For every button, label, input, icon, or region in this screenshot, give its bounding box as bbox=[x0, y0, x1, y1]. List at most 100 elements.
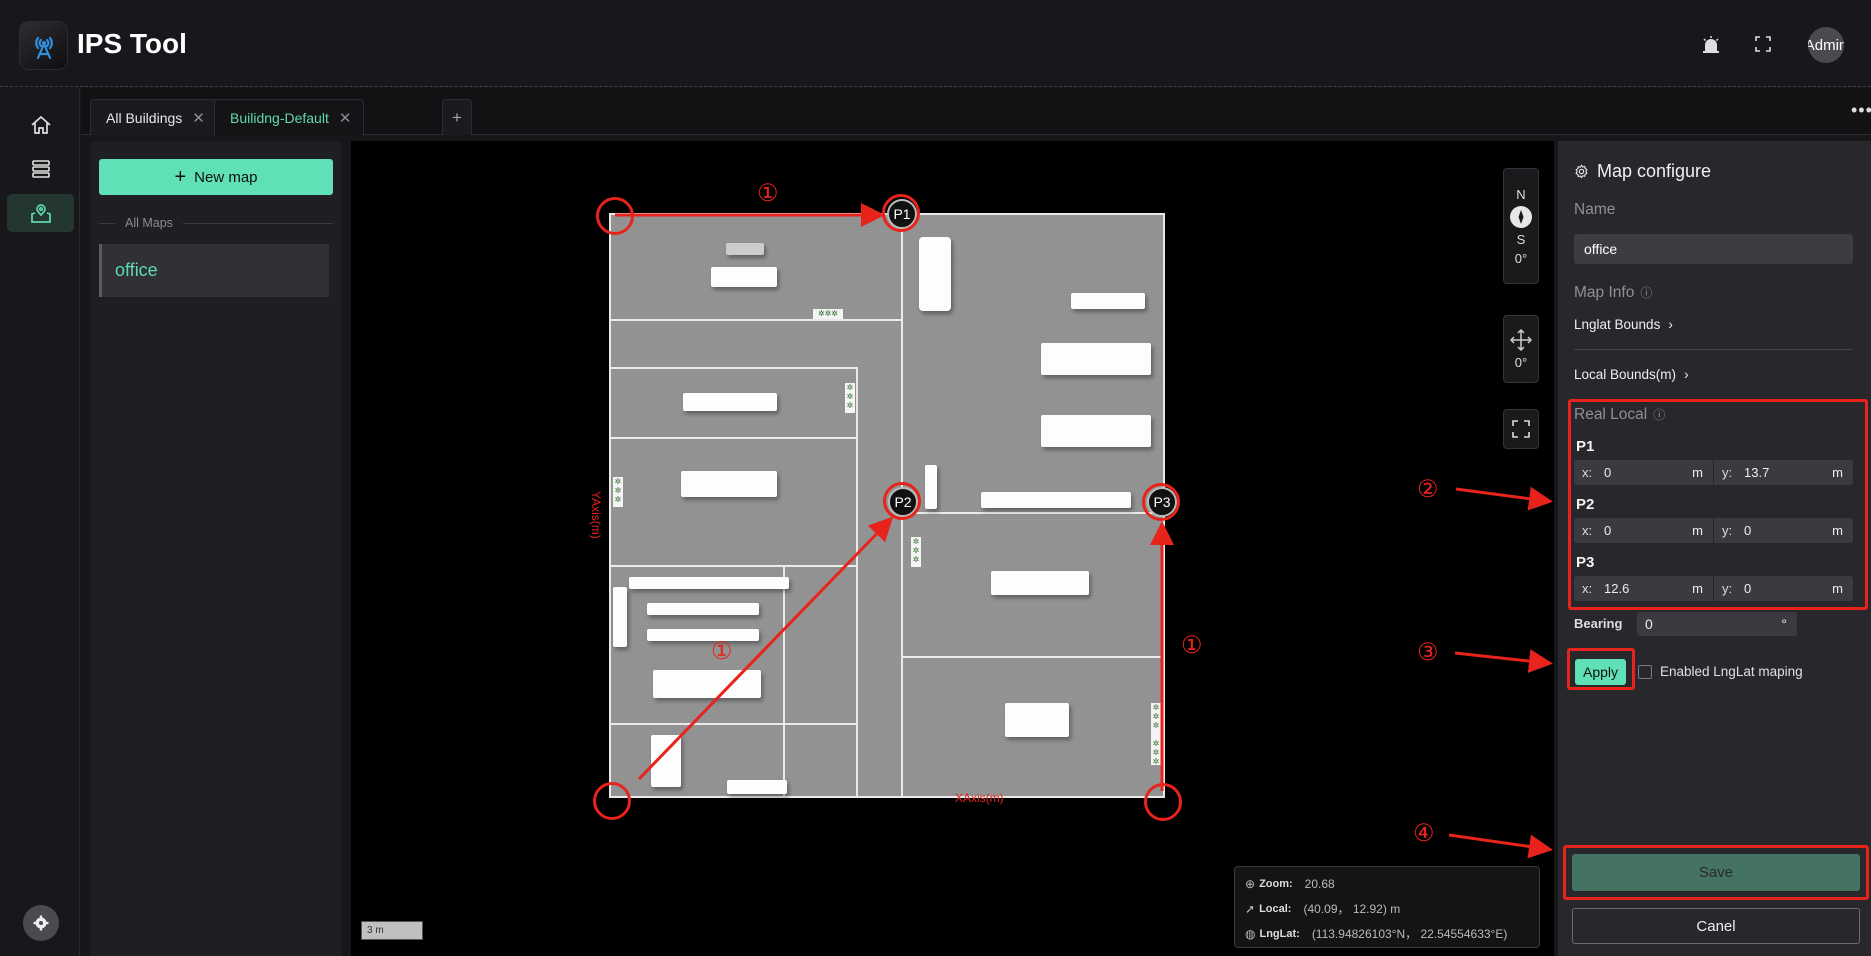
server-list-icon bbox=[31, 160, 50, 178]
tab-all-buildings[interactable]: All Buildings ✕ bbox=[90, 99, 218, 135]
alarm-icon[interactable] bbox=[1700, 33, 1722, 55]
annotation-circle bbox=[593, 782, 631, 820]
tab-bar: All Buildings ✕ Builidng-Default ✕ + ••• bbox=[81, 88, 1871, 136]
plant-icon: ✲✲✲ bbox=[813, 309, 843, 319]
app-window: IPS Tool Admin All Buildings ✕ Builidng- bbox=[0, 0, 1871, 956]
table bbox=[681, 471, 777, 497]
tab-label: Builidng-Default bbox=[230, 110, 329, 126]
compass-bearing: 0° bbox=[1514, 250, 1528, 266]
local-value: (40.09， 12.92) m bbox=[1303, 902, 1401, 916]
map-pin-icon bbox=[30, 204, 51, 223]
nav-home[interactable] bbox=[7, 106, 74, 144]
table bbox=[991, 571, 1089, 595]
cursor-icon: ➚ bbox=[1245, 901, 1256, 916]
scale-bar: 3 m bbox=[361, 921, 423, 940]
annotation-box-4 bbox=[1563, 845, 1869, 900]
table bbox=[651, 735, 681, 787]
map-info-box: ⊕ Zoom: 20.68 ➚ Local: (40.09， 12.92) m … bbox=[1234, 866, 1540, 948]
chevron-right-icon: › bbox=[1684, 367, 1689, 382]
zoom-label: Zoom: bbox=[1259, 877, 1293, 890]
gear-icon bbox=[33, 915, 49, 931]
new-map-button[interactable]: + New map bbox=[99, 159, 333, 195]
bearing-input[interactable]: 0 ° bbox=[1637, 612, 1797, 636]
annotation-step-1: ① bbox=[711, 638, 733, 665]
desk-row bbox=[647, 603, 759, 615]
chevron-right-icon: › bbox=[1668, 317, 1673, 332]
local-bounds-label: Local Bounds(m) bbox=[1574, 367, 1677, 382]
annotation-step-2: ② bbox=[1417, 476, 1439, 503]
close-icon[interactable]: ✕ bbox=[339, 109, 352, 127]
new-map-label: New map bbox=[194, 168, 258, 186]
antenna-logo-icon bbox=[19, 21, 68, 70]
lnglat-value: (113.94826103°N， 22.54554633°E) bbox=[1311, 927, 1508, 941]
desk-row bbox=[647, 629, 759, 641]
name-label: Name bbox=[1574, 201, 1616, 218]
gear-icon bbox=[1575, 164, 1588, 179]
cancel-button[interactable]: Canel bbox=[1572, 908, 1860, 944]
more-icon[interactable]: ••• bbox=[1851, 100, 1871, 121]
wall bbox=[611, 319, 901, 321]
table bbox=[711, 267, 777, 287]
wall bbox=[611, 723, 856, 725]
enable-lnglat-label: Enabled LngLat maping bbox=[1660, 664, 1803, 679]
local-label: Local: bbox=[1259, 902, 1292, 915]
x-axis-label: XAxis(m) bbox=[955, 791, 1004, 805]
desk-cluster bbox=[1041, 415, 1151, 447]
divider bbox=[1574, 349, 1853, 350]
help-icon[interactable]: ⓘ bbox=[1640, 284, 1652, 302]
checkbox[interactable] bbox=[1638, 664, 1652, 679]
desk-row bbox=[629, 577, 789, 589]
annotation-circle bbox=[1144, 783, 1182, 821]
add-tab-button[interactable]: + bbox=[442, 99, 472, 135]
wall bbox=[783, 565, 785, 798]
table bbox=[653, 670, 761, 698]
wall bbox=[611, 565, 856, 567]
settings-button[interactable] bbox=[23, 905, 59, 941]
compass-icon bbox=[1510, 205, 1532, 228]
annotation-circle bbox=[882, 194, 920, 232]
lnglat-bounds-label: Lnglat Bounds bbox=[1574, 317, 1661, 332]
zoom-value: 20.68 bbox=[1304, 876, 1335, 891]
cabinet bbox=[613, 587, 627, 647]
bearing-label: Bearing bbox=[1574, 616, 1623, 631]
top-header: IPS Tool Admin bbox=[0, 0, 1871, 87]
plant-icon: ✲✲✲ bbox=[613, 477, 623, 507]
tab-building-default[interactable]: Builidng-Default ✕ bbox=[214, 99, 365, 136]
lnglat-bounds-link[interactable]: Lnglat Bounds › bbox=[1574, 317, 1673, 332]
table bbox=[1005, 703, 1069, 737]
sofa bbox=[726, 243, 764, 255]
compass-north: N bbox=[1516, 186, 1526, 202]
enable-lnglat-mapping[interactable]: Enabled LngLat maping bbox=[1638, 664, 1803, 679]
lnglat-label: LngLat: bbox=[1259, 927, 1300, 940]
annotation-step-3: ③ bbox=[1417, 639, 1439, 666]
map-canvas[interactable]: ✲✲✲ ✲ ✲ ✲ ✲ ✲ ✲ ✲ ✲ ✲ ✲ ✲ ✲ ✲ ✲ ✲ P1 P2 … bbox=[351, 141, 1554, 956]
plant-icon: ✲✲✲ bbox=[911, 537, 921, 567]
local-bounds-link[interactable]: Local Bounds(m) › bbox=[1574, 367, 1689, 382]
section-label: All Maps bbox=[125, 216, 173, 230]
pan-control[interactable]: 0° bbox=[1503, 315, 1539, 383]
user-avatar[interactable]: Admin bbox=[1808, 27, 1844, 63]
annotation-step-1: ① bbox=[1181, 632, 1203, 659]
pan-rotation: 0° bbox=[1514, 354, 1528, 370]
wall bbox=[903, 656, 1165, 658]
local-row: ➚ Local: (40.09， 12.92) m bbox=[1245, 896, 1529, 921]
nav-maps[interactable] bbox=[7, 194, 74, 232]
table bbox=[919, 237, 951, 311]
fit-view-button[interactable] bbox=[1503, 409, 1539, 449]
close-icon[interactable]: ✕ bbox=[192, 109, 205, 127]
plant-icon: ✲ ✲ ✲ ✲ ✲ ✲ bbox=[1151, 703, 1161, 766]
nav-buildings[interactable] bbox=[7, 150, 74, 188]
compass-control[interactable]: N S 0° bbox=[1503, 168, 1539, 284]
zoom-row: ⊕ Zoom: 20.68 bbox=[1245, 871, 1529, 896]
map-info-label: Map Info ⓘ bbox=[1574, 284, 1652, 302]
map-info-text: Map Info bbox=[1574, 284, 1635, 301]
annotation-step-1: ① bbox=[757, 180, 779, 207]
zoom-in-icon: ⊕ bbox=[1245, 876, 1256, 891]
name-input[interactable] bbox=[1574, 234, 1853, 264]
desk bbox=[1071, 293, 1145, 309]
desk-cluster bbox=[1041, 343, 1151, 375]
map-list-item[interactable]: office bbox=[99, 244, 329, 297]
left-nav bbox=[0, 88, 80, 956]
fullscreen-icon[interactable] bbox=[1752, 33, 1774, 55]
degree-unit: ° bbox=[1781, 616, 1787, 632]
